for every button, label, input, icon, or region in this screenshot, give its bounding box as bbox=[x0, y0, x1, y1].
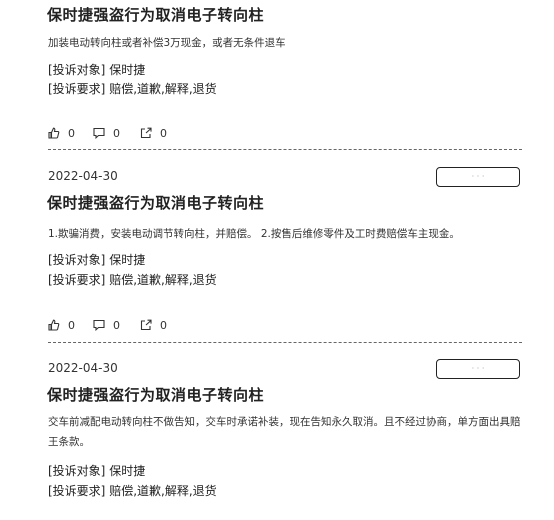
demand-value: 赔偿,道歉,解释,退货 bbox=[109, 273, 217, 287]
complaint-date: 2022-04-30 bbox=[48, 361, 118, 375]
complaint-description: 1.欺骗消费，安装电动调节转向柱，并赔偿。 2.按售后维修零件及工时费赔偿车主现… bbox=[48, 228, 460, 240]
target-label: [投诉对象] bbox=[48, 253, 106, 267]
share-icon bbox=[140, 319, 152, 331]
comment-count: 0 bbox=[113, 126, 120, 140]
complaint-demand: [投诉要求] 赔偿,道歉,解释,退货 bbox=[48, 482, 217, 499]
comment-icon bbox=[93, 319, 105, 331]
demand-label: [投诉要求] bbox=[48, 82, 106, 96]
target-label: [投诉对象] bbox=[48, 464, 106, 478]
card-divider bbox=[48, 149, 522, 150]
complaint-demand: [投诉要求] 赔偿,道歉,解释,退货 bbox=[48, 80, 217, 97]
status-button[interactable]: · · · bbox=[436, 359, 520, 379]
complaint-title[interactable]: 保时捷强盗行为取消电子转向柱 bbox=[47, 384, 264, 405]
status-button[interactable]: · · · bbox=[436, 167, 520, 187]
comment-icon bbox=[93, 127, 105, 139]
share-icon bbox=[140, 127, 152, 139]
complaint-date: 2022-04-30 bbox=[48, 169, 118, 183]
complaint-title[interactable]: 保时捷强盗行为取消电子转向柱 bbox=[47, 4, 264, 25]
target-label: [投诉对象] bbox=[48, 63, 106, 77]
complaint-description: 加装电动转向柱或者补偿3万现金，或者无条件退车 bbox=[48, 37, 286, 49]
like-button[interactable]: 0 bbox=[48, 318, 75, 332]
demand-value: 赔偿,道歉,解释,退货 bbox=[109, 484, 217, 498]
share-button[interactable]: 0 bbox=[140, 318, 167, 332]
target-value: 保时捷 bbox=[109, 63, 146, 77]
comment-count: 0 bbox=[113, 318, 120, 332]
card-divider bbox=[48, 342, 522, 343]
comment-button[interactable]: 0 bbox=[93, 318, 120, 332]
share-count: 0 bbox=[160, 318, 167, 332]
complaint-target: [投诉对象] 保时捷 bbox=[48, 251, 145, 268]
complaint-demand: [投诉要求] 赔偿,道歉,解释,退货 bbox=[48, 271, 217, 288]
share-button[interactable]: 0 bbox=[140, 126, 167, 140]
target-value: 保时捷 bbox=[109, 464, 146, 478]
demand-label: [投诉要求] bbox=[48, 484, 106, 498]
demand-label: [投诉要求] bbox=[48, 273, 106, 287]
like-count: 0 bbox=[68, 126, 75, 140]
complaint-feed: 保时捷强盗行为取消电子转向柱 加装电动转向柱或者补偿3万现金，或者无条件退车 [… bbox=[0, 0, 554, 520]
complaint-target: [投诉对象] 保时捷 bbox=[48, 61, 145, 78]
complaint-title[interactable]: 保时捷强盗行为取消电子转向柱 bbox=[47, 192, 264, 213]
complaint-description: 交车前减配电动转向柱不做告知，交车时承诺补装，现在告知永久取消。且不经过协商，单… bbox=[48, 416, 521, 448]
complaint-target: [投诉对象] 保时捷 bbox=[48, 462, 145, 479]
demand-value: 赔偿,道歉,解释,退货 bbox=[109, 82, 217, 96]
like-button[interactable]: 0 bbox=[48, 126, 75, 140]
like-count: 0 bbox=[68, 318, 75, 332]
thumbs-up-icon bbox=[48, 127, 60, 139]
share-count: 0 bbox=[160, 126, 167, 140]
comment-button[interactable]: 0 bbox=[93, 126, 120, 140]
target-value: 保时捷 bbox=[109, 253, 146, 267]
thumbs-up-icon bbox=[48, 319, 60, 331]
